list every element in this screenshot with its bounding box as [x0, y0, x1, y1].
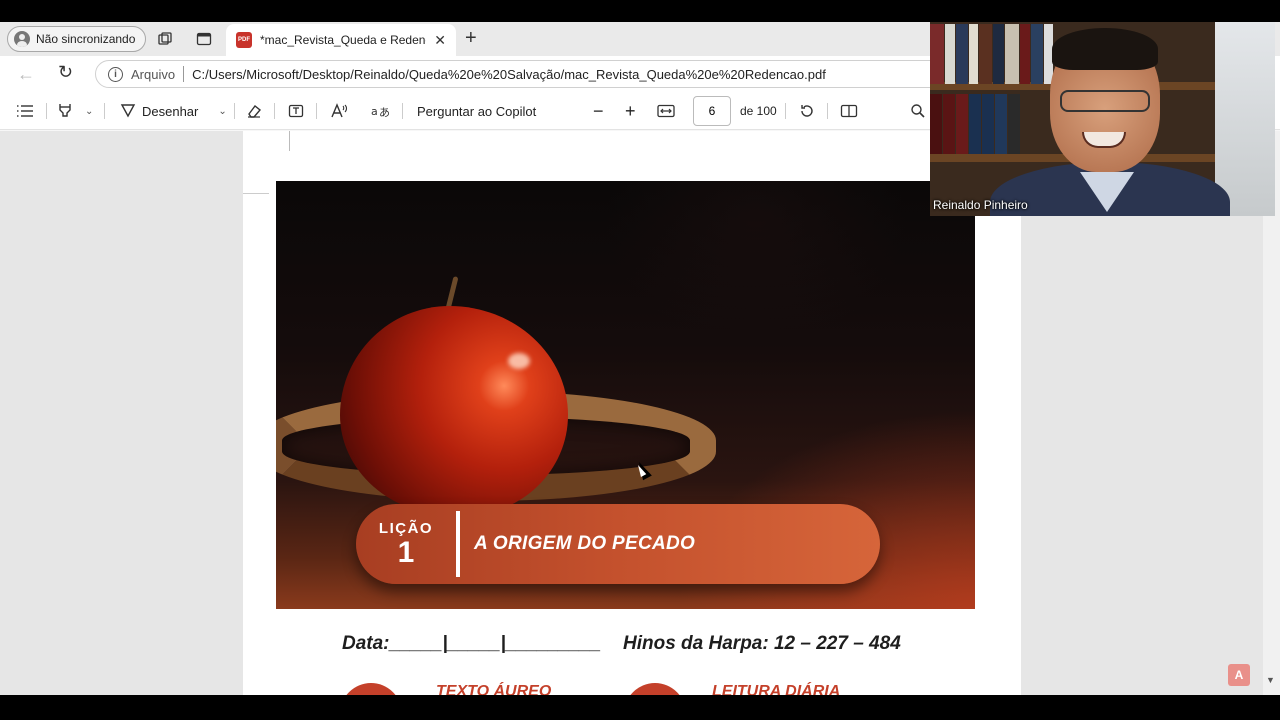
search-icon[interactable]	[910, 101, 926, 121]
address-url[interactable]: C:/Users/Microsoft/Desktop/Reinaldo/Qued…	[192, 67, 826, 82]
hymns-label: Hinos da Harpa: 12 – 227 – 484	[623, 633, 901, 654]
info-icon[interactable]: i	[108, 66, 123, 82]
new-tab-icon[interactable]: +	[465, 28, 477, 48]
profile-label: Não sincronizando	[36, 32, 136, 46]
zoom-out-button[interactable]: −	[593, 101, 604, 121]
golden-text-heading: TEXTO ÁUREO	[436, 683, 552, 695]
toolbar-separator	[827, 103, 828, 119]
back-arrow-icon[interactable]: ←	[17, 64, 35, 85]
page-number-input[interactable]: 6	[693, 96, 731, 126]
glasses	[1060, 90, 1150, 112]
lesson-banner: LIÇÃO 1 A ORIGEM DO PECADO	[356, 504, 880, 584]
daily-reading-heading: LEITURA DIÁRIA	[712, 683, 841, 695]
toolbar-separator	[274, 103, 275, 119]
translate-icon[interactable]: aあ	[370, 101, 390, 121]
chevron-down-icon[interactable]: ⌄	[218, 106, 226, 117]
table-of-contents-icon[interactable]	[16, 101, 34, 121]
page-view-icon[interactable]	[840, 101, 858, 121]
ask-copilot-button[interactable]: Perguntar ao Copilot	[417, 101, 536, 121]
adobe-acrobat-icon[interactable]: A	[1228, 664, 1250, 686]
draw-label: Desenhar	[142, 103, 199, 119]
workspaces-icon[interactable]	[156, 30, 174, 48]
profile-avatar-icon	[14, 31, 30, 47]
webcam-overlay: Reinaldo Pinheiro	[930, 22, 1275, 216]
date-field-label: Data:_____|_____|_________	[342, 633, 601, 654]
address-scheme-label: Arquivo	[131, 66, 176, 82]
rotate-icon[interactable]	[799, 101, 815, 121]
svg-text:あ: あ	[379, 106, 390, 119]
draw-pen-icon	[120, 102, 136, 121]
zoom-in-button[interactable]: +	[625, 101, 636, 121]
highlight-button[interactable]: ⌄	[57, 101, 93, 121]
apple-highlight	[508, 353, 530, 369]
chevron-down-icon[interactable]: ⌄	[85, 106, 93, 117]
background-wall	[1215, 22, 1275, 216]
svg-text:a: a	[371, 105, 378, 118]
tab-title: *mac_Revista_Queda e Redencao.pdf	[260, 33, 426, 47]
text-box-icon[interactable]	[288, 101, 304, 121]
tab-pdf[interactable]: PDF *mac_Revista_Queda e Redencao.pdf ✕	[226, 24, 456, 56]
page-edge	[243, 193, 269, 194]
ask-copilot-label: Perguntar ao Copilot	[417, 103, 537, 119]
draw-button[interactable]: Desenhar ⌄	[120, 101, 227, 121]
toolbar-separator	[785, 103, 786, 119]
reload-icon[interactable]: ↻	[58, 62, 73, 83]
zoom-in-icon: +	[625, 100, 636, 121]
read-aloud-icon[interactable]	[330, 101, 348, 121]
highlighter-icon	[57, 102, 73, 121]
address-separator	[183, 66, 185, 82]
profile-button[interactable]: Não sincronizando	[7, 26, 147, 52]
lesson-word: LIÇÃO	[378, 519, 434, 537]
toolbar-separator	[46, 103, 47, 119]
page-edge	[289, 131, 290, 151]
vertical-tabs-icon[interactable]	[195, 30, 213, 48]
toolbar-separator	[402, 103, 403, 119]
close-tab-icon[interactable]: ✕	[434, 32, 446, 49]
person-hair	[1052, 28, 1158, 70]
toolbar-separator	[316, 103, 317, 119]
apple-image	[340, 306, 568, 516]
lesson-title: A ORIGEM DO PECADO	[474, 533, 696, 554]
toolbar-separator	[234, 103, 235, 119]
lesson-divider	[456, 511, 460, 577]
eraser-icon[interactable]	[246, 101, 262, 121]
zoom-out-icon: −	[593, 100, 604, 121]
lesson-number: 1	[397, 535, 415, 569]
toolbar-separator	[104, 103, 105, 119]
participant-name: Reinaldo Pinheiro	[933, 198, 1028, 212]
lesson-label: LIÇÃO 1	[356, 521, 456, 568]
page-total-label: de 100	[740, 104, 777, 118]
lesson-cover-image: LIÇÃO 1 A ORIGEM DO PECADO	[276, 181, 975, 609]
pdf-file-icon: PDF	[236, 32, 252, 48]
scroll-down-icon[interactable]: ▼	[1266, 675, 1275, 685]
fit-to-width-icon[interactable]	[657, 101, 675, 121]
address-bar[interactable]: i Arquivo C:/Users/Microsoft/Desktop/Rei…	[95, 60, 995, 88]
